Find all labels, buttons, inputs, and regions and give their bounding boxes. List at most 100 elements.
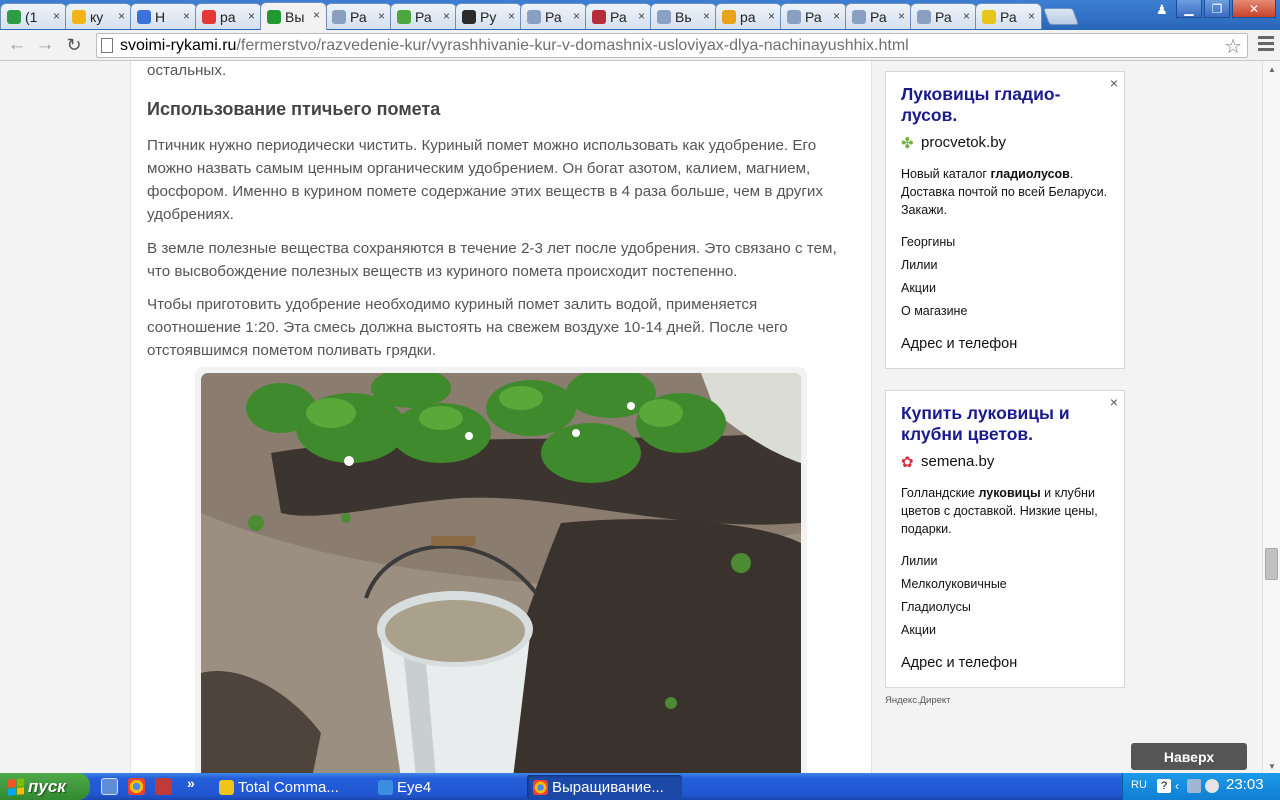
browser-tab[interactable]: ра × [715,3,782,29]
yandex-ad[interactable]: × Луковицы гладио-лусов. ✤ procvetok.by … [885,71,1125,369]
close-tab-icon[interactable]: × [638,9,645,23]
close-tab-icon[interactable]: × [573,9,580,23]
start-button[interactable]: пуск [0,773,90,800]
ad-sitelink[interactable]: Лилии [901,258,937,272]
ad-sitelink[interactable]: Мелколуковичные [901,577,1007,591]
browser-tab[interactable]: ку × [65,3,132,29]
browser-tab[interactable]: Ра × [585,3,652,29]
network-icon[interactable] [1187,779,1201,793]
browser-tab[interactable]: Ра × [520,3,587,29]
start-label: пуск [28,776,66,796]
task-label: Выращивание... [552,778,664,796]
help-icon[interactable]: ? [1157,779,1171,793]
chrome-menu-button[interactable] [1258,36,1274,54]
browser-tab[interactable]: Ра × [910,3,977,29]
bookmark-star-icon[interactable]: ☆ [1224,34,1242,59]
ad-title[interactable]: Купить луковицы и клубни цветов. [901,403,1091,445]
forward-button[interactable]: → [34,34,56,56]
scroll-down-icon[interactable]: ▼ [1268,762,1276,771]
url-text[interactable]: svoimi-rykami.ru/fermerstvo/razvedenie-k… [120,37,909,55]
browser-tab[interactable]: Ра × [325,3,392,29]
ad-sitelink[interactable]: Лилии [901,554,937,568]
garden-bucket-photo [201,373,801,773]
user-profile-icon[interactable]: ♟ [1156,2,1172,18]
address-bar[interactable]: svoimi-rykami.ru/fermerstvo/razvedenie-k… [96,33,1248,58]
ad-site-link[interactable]: semena.by [921,453,994,470]
maximize-button[interactable]: ❐ [1204,0,1230,18]
windows-taskbar: пуск » Total Comma... Eye4 Выращивание..… [0,773,1280,800]
ad-title[interactable]: Луковицы гладио-лусов. [901,84,1091,126]
tab-label: ку [90,8,104,25]
ad-site-link[interactable]: procvetok.by [921,134,1006,151]
taskbar-item-total-commander[interactable]: Total Comma... [213,775,367,799]
browser-tab[interactable]: Ру × [455,3,522,29]
url-host: svoimi-rykami.ru [120,37,237,54]
close-tab-icon[interactable]: × [963,9,970,23]
close-tab-icon[interactable]: × [703,9,710,23]
close-ad-icon[interactable]: × [1110,75,1118,91]
ad-sitelink[interactable]: Георгины [901,235,955,249]
back-button[interactable]: ← [6,34,28,56]
close-tab-icon[interactable]: × [53,9,60,23]
close-tab-icon[interactable]: × [508,9,515,23]
page-icon [852,9,866,24]
scroll-to-top-button[interactable]: Наверх [1131,743,1247,770]
browser-tab[interactable]: Н × [130,3,197,29]
browser-tab[interactable]: (1 × [0,3,67,29]
section-heading: Использование птичьего помета [147,99,441,119]
ad-sitelink[interactable]: Акции [901,281,936,295]
close-ad-icon[interactable]: × [1110,394,1118,410]
new-tab-button[interactable] [1042,8,1080,25]
close-tab-icon[interactable]: × [443,9,450,23]
flower-icon [592,9,606,24]
close-tab-icon[interactable]: × [833,9,840,23]
browser-tab[interactable]: Ра × [780,3,847,29]
app-quicklaunch-icon[interactable] [155,778,172,795]
reload-button[interactable]: ↻ [63,34,85,56]
ad-contact-link[interactable]: Адрес и телефон [901,655,1017,671]
browser-tab[interactable]: ра × [195,3,262,29]
close-tab-icon[interactable]: × [313,8,320,22]
minimize-button[interactable]: ▁ [1176,0,1202,18]
tab-label: Ра [1000,8,1017,25]
task-label: Total Comma... [238,778,339,796]
browser-tab[interactable]: Ра × [845,3,912,29]
tab-label: Ра [415,8,432,25]
close-tab-icon[interactable]: × [248,9,255,23]
page-icon [332,9,346,24]
close-tab-icon[interactable]: × [768,9,775,23]
browser-tab[interactable]: Вь × [650,3,717,29]
ad-sitelink[interactable]: Гладиолусы [901,600,971,614]
ad-contact-link[interactable]: Адрес и телефон [901,336,1017,352]
yandex-direct-label[interactable]: Яндекс.Директ [885,695,951,706]
scroll-thumb[interactable] [1265,548,1278,580]
chrome-icon[interactable] [128,778,145,795]
ad-desc-text: Новый каталог [901,167,991,181]
close-tab-icon[interactable]: × [118,9,125,23]
tab-label: Ра [870,8,887,25]
browser-tab[interactable]: Ра × [975,3,1042,29]
page-viewport: остальных. Использование птичьего помета… [0,61,1262,773]
browser-tab[interactable]: Ра × [390,3,457,29]
show-desktop-icon[interactable] [101,778,118,795]
vertical-scrollbar[interactable]: ▲ ▼ [1262,61,1280,773]
yandex-ad[interactable]: × Купить луковицы и клубни цветов. ✿ sem… [885,390,1125,688]
taskbar-item-chrome[interactable]: Выращивание... [527,775,682,799]
close-tab-icon[interactable]: × [183,9,190,23]
close-tab-icon[interactable]: × [378,9,385,23]
ad-sitelink[interactable]: Акции [901,623,936,637]
mail-agent-icon[interactable] [1205,779,1219,793]
window-controls: ▁ ❐ ✕ [1176,0,1276,18]
quicklaunch-more-icon[interactable]: » [187,775,195,791]
language-indicator[interactable]: RU [1131,779,1147,791]
close-tab-icon[interactable]: × [1028,9,1035,23]
close-tab-icon[interactable]: × [898,9,905,23]
close-window-button[interactable]: ✕ [1232,0,1276,18]
tab-label: Ра [805,8,822,25]
tab-label: Н [155,8,166,25]
browser-tab[interactable]: Вы × [260,2,327,30]
scroll-up-icon[interactable]: ▲ [1268,65,1276,74]
taskbar-item-eye4[interactable]: Eye4 [372,775,522,799]
paragraph-2: В земле полезные вещества сохраняются в … [147,240,837,280]
ad-sitelink[interactable]: О магазине [901,304,967,318]
